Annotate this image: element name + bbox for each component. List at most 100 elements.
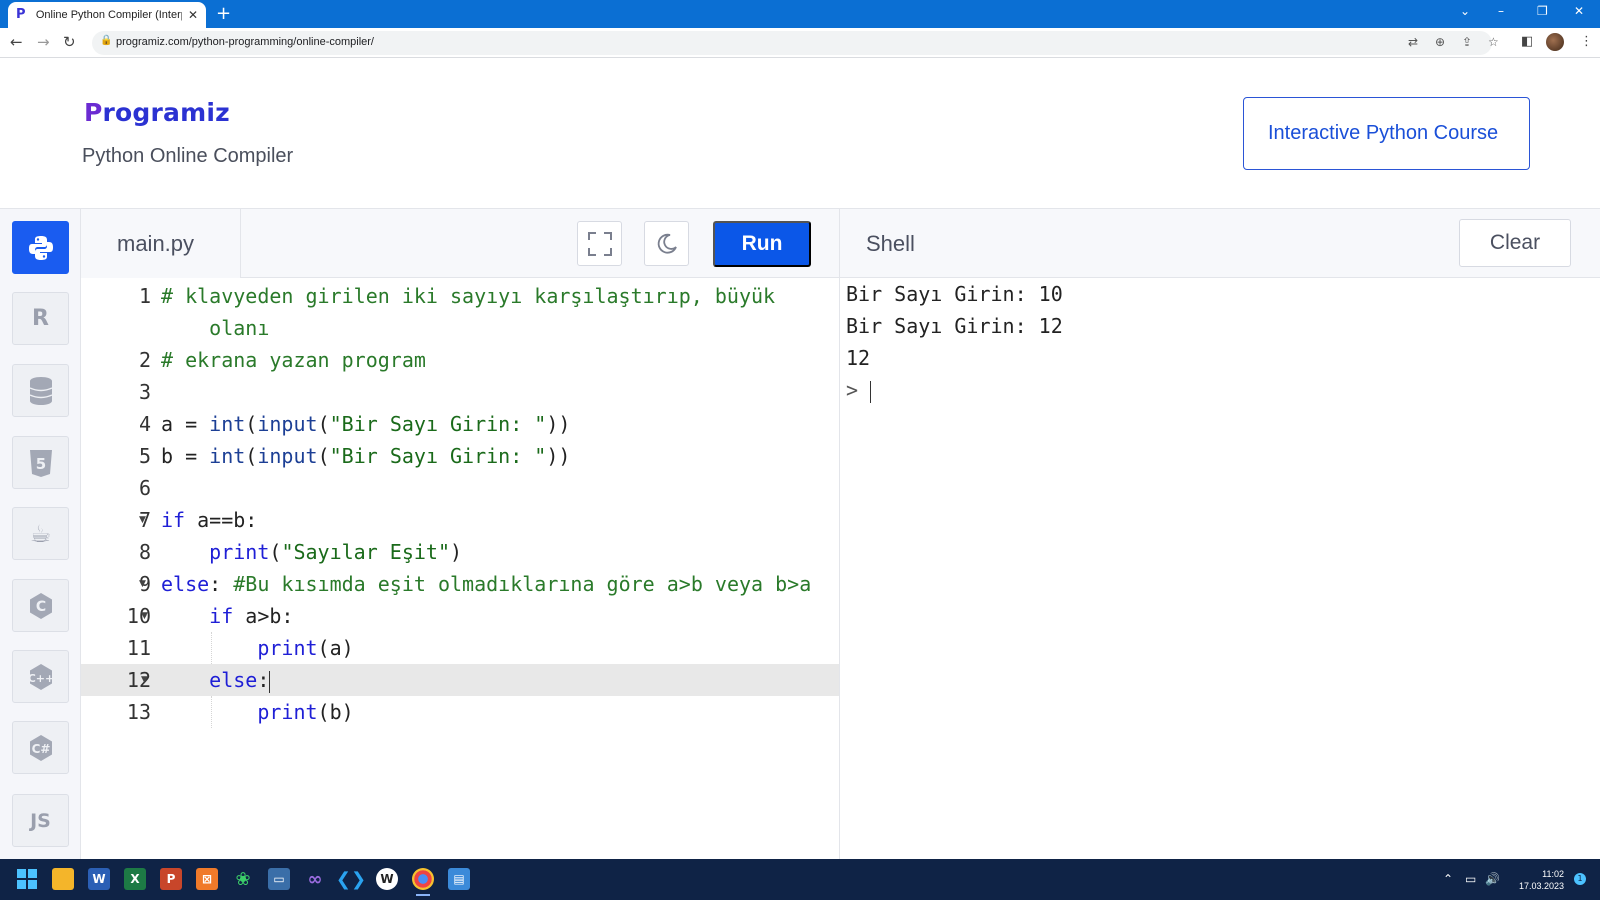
tab-close-icon[interactable]: ✕ [188, 8, 198, 22]
line-number: 6 [138, 476, 151, 500]
code-line[interactable]: 13 print(b) [81, 696, 839, 728]
lang-r-button[interactable]: R [12, 292, 69, 345]
clear-button[interactable]: Clear [1459, 219, 1571, 267]
code-line[interactable]: 12 ▼ else: [81, 664, 839, 696]
side-panel-icon[interactable]: ◧ [1521, 34, 1533, 49]
url-text: programiz.com/python-programming/online-… [116, 36, 374, 48]
translate-icon[interactable]: ⇄ [1408, 35, 1418, 49]
notification-icon[interactable]: 1 [1574, 873, 1586, 885]
code-editor[interactable]: 1 # klavyeden girilen iki sayıyı karşılaş… [81, 278, 839, 859]
fold-arrow-icon[interactable]: ▼ [139, 568, 146, 600]
chrome-icon[interactable] [412, 868, 434, 896]
powerpoint-icon[interactable]: P [160, 868, 182, 890]
windows-start-icon[interactable] [16, 868, 38, 890]
moon-icon [657, 233, 677, 254]
code-text: print("Sayılar Eşit") [209, 540, 463, 564]
tab-search-icon[interactable]: ⌄ [1460, 4, 1470, 18]
line-number: 5 [138, 444, 151, 468]
profile-avatar[interactable] [1546, 33, 1564, 51]
code-text: if a==b: [161, 508, 258, 532]
shell-header: Shell Clear [839, 208, 1600, 278]
excel-icon[interactable]: X [124, 868, 146, 890]
reload-icon[interactable]: ↻ [63, 33, 76, 51]
lang-c-button[interactable]: C [12, 579, 69, 632]
taskbar-clock[interactable]: 11:02 17.03.2023 [1508, 868, 1564, 892]
lang-sql-button[interactable] [12, 364, 69, 417]
theme-toggle-button[interactable] [644, 221, 689, 266]
code-line[interactable]: 5 b = int(input("Bir Sayı Girin: ")) [81, 440, 839, 472]
programiz-logo[interactable]: Programiz [84, 98, 230, 127]
menu-icon[interactable]: ⋮ [1580, 34, 1593, 49]
file-tab[interactable]: main.py [81, 209, 241, 279]
zoom-icon[interactable]: ⊕ [1435, 35, 1445, 49]
logo-text: rogramiz [102, 98, 230, 127]
database-icon [29, 376, 52, 405]
xampp-icon[interactable]: ⊠ [196, 868, 218, 890]
svg-text:C++: C++ [27, 672, 54, 685]
lang-java-button[interactable]: ☕ [12, 507, 69, 560]
address-bar[interactable]: 🔒 programiz.com/python-programming/onlin… [92, 31, 1499, 55]
code-text: else: [209, 668, 271, 693]
code-line[interactable]: 7 ▼ if a==b: [81, 504, 839, 536]
shell-prompt[interactable]: > [846, 374, 872, 406]
new-tab-icon[interactable]: + [216, 3, 231, 24]
code-line[interactable]: 8 print("Sayılar Eşit") [81, 536, 839, 568]
clock-time: 11:02 [1542, 869, 1564, 879]
logo-p-icon: P [84, 98, 103, 127]
code-line[interactable]: 6 [81, 472, 839, 504]
fullscreen-icon [587, 231, 612, 256]
windows-taskbar: W X P ⊠ ❀ ▭ ∞ ❮❯ W ▤ ⌃ ▭ 🔊 1 [0, 859, 1600, 900]
shell-cursor [870, 380, 872, 403]
volume-icon[interactable]: 🔊 [1485, 872, 1500, 886]
forward-icon[interactable]: → [37, 33, 50, 51]
code-text: b = int(input("Bir Sayı Girin: ")) [161, 444, 571, 468]
bookmark-star-icon[interactable]: ☆ [1488, 35, 1499, 49]
file-explorer-icon[interactable] [52, 868, 74, 890]
tray-arrow-icon[interactable]: ⌃ [1443, 872, 1453, 886]
green-app-icon[interactable]: ❀ [232, 868, 254, 890]
cpp-icon: C++ [27, 663, 54, 690]
back-icon[interactable]: ← [10, 33, 23, 51]
close-window-icon[interactable]: ✕ [1574, 4, 1584, 18]
browser-tab[interactable]: P Online Python Compiler (Interpreter) ✕ [8, 2, 206, 28]
restore-icon[interactable]: ❐ [1537, 4, 1548, 18]
run-button[interactable]: Run [713, 221, 811, 267]
programiz-favicon-icon: P [16, 7, 26, 22]
line-number: 3 [138, 380, 151, 404]
svg-text:5: 5 [35, 455, 45, 473]
lock-icon: 🔒 [100, 35, 113, 46]
code-line[interactable]: 3 [81, 376, 839, 408]
fold-arrow-icon[interactable]: ▼ [141, 664, 148, 696]
shell-line: 12 [846, 346, 871, 370]
share-icon[interactable]: ⇪ [1462, 35, 1472, 49]
file-tab-label: main.py [117, 231, 195, 256]
lang-html-button[interactable]: 5 [12, 436, 69, 489]
python-icon [28, 235, 53, 260]
interactive-course-button[interactable]: Interactive Python Course [1243, 97, 1530, 170]
code-line[interactable]: 10 ▼ if a>b: [81, 600, 839, 632]
code-line[interactable]: 4 a = int(input("Bir Sayı Girin: ")) [81, 408, 839, 440]
code-line[interactable]: 2 # ekrana yazan program [81, 344, 839, 376]
fullscreen-button[interactable] [577, 221, 622, 266]
code-line[interactable]: olanı [81, 312, 839, 344]
minimize-icon[interactable]: – [1498, 4, 1504, 18]
network-icon[interactable]: ▭ [1465, 872, 1476, 886]
fold-arrow-icon[interactable]: ▼ [139, 504, 146, 536]
lang-javascript-button[interactable]: JS [12, 794, 69, 847]
code-line[interactable]: 1 # klavyeden girilen iki sayıyı karşılaş… [81, 280, 839, 312]
vscode-icon[interactable]: ❮❯ [336, 868, 366, 890]
r-icon: R [32, 306, 49, 331]
shell-output[interactable]: Bir Sayı Girin: 10 Bir Sayı Girin: 12 12… [839, 278, 1600, 859]
lang-csharp-button[interactable]: C# [12, 721, 69, 774]
visual-studio-icon[interactable]: ∞ [304, 868, 326, 890]
taskbar-app-icon[interactable]: ▤ [448, 868, 470, 890]
code-text: if a>b: [209, 604, 294, 628]
word-icon[interactable]: W [88, 868, 110, 890]
lang-python-button[interactable] [12, 221, 69, 274]
code-line[interactable]: 11 print(a) [81, 632, 839, 664]
w-app-icon[interactable]: W [376, 868, 398, 890]
code-line[interactable]: 9 ▼ else: #Bu kısımda eşit olmadıklarına g… [81, 568, 839, 600]
fold-arrow-icon[interactable]: ▼ [141, 600, 148, 632]
lang-cpp-button[interactable]: C++ [12, 650, 69, 703]
store-icon[interactable]: ▭ [268, 868, 290, 890]
